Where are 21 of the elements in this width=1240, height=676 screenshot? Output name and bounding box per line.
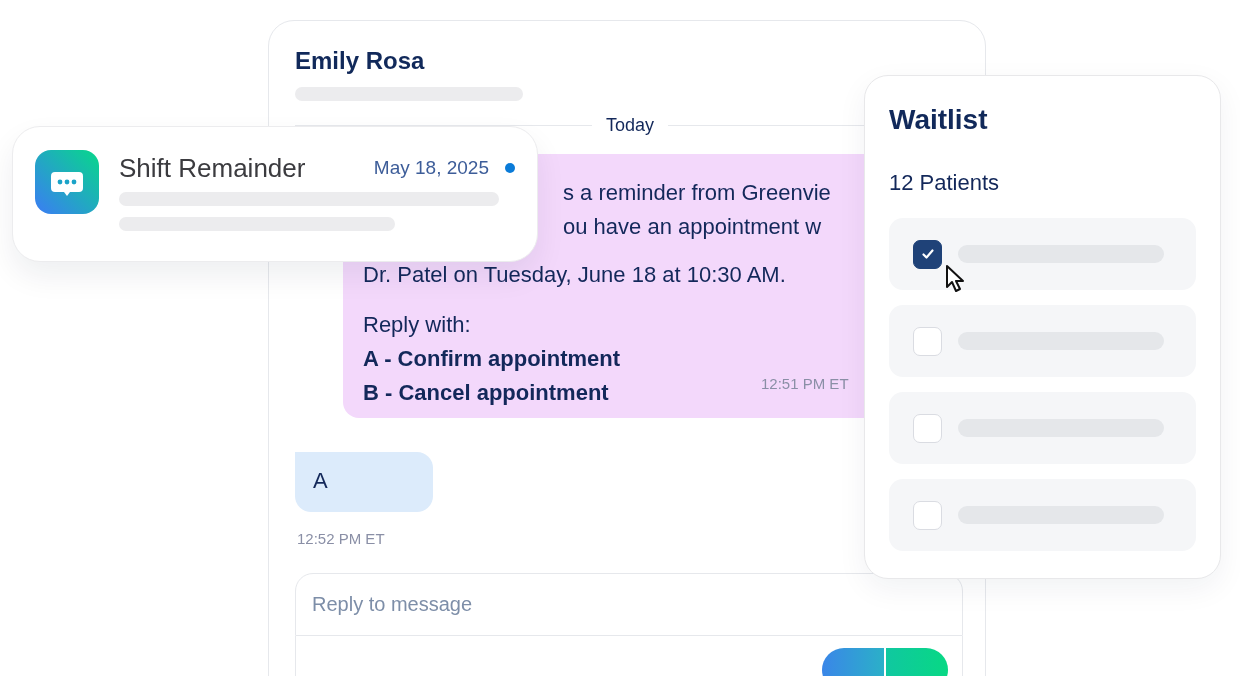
reply-field[interactable]: Reply to message [295,573,963,636]
message-line: A - Confirm appointment [363,345,621,373]
message-line: s a reminder from Greenvie [563,179,831,207]
message-time: 12:51 PM ET [761,375,849,392]
message-line: ou have an appointment w [563,213,822,241]
message-line: Reply with: [363,311,471,339]
notification-date: May 18, 2025 [373,157,489,179]
notification-card[interactable]: Shift Remainder May 18, 2025 [12,126,538,262]
date-divider: Today [606,115,655,136]
notification-title: Shift Remainder [119,152,307,184]
message-line: B - Cancel appointment [363,379,609,407]
patient-count: 12 Patients [889,170,1001,196]
message-line: Dr. Patel on Tuesday, June 18 at 10:30 AM. [363,261,786,289]
waitlist-title: Waitlist [889,104,989,136]
message-time: 12:52 PM ET [297,530,386,547]
patient-row[interactable] [889,218,1196,290]
message-bubble: A [295,452,433,512]
contact-name: Emily Rosa [295,47,426,75]
check-icon [919,246,936,262]
checkbox[interactable] [913,239,942,269]
chat-app-icon [35,150,99,214]
